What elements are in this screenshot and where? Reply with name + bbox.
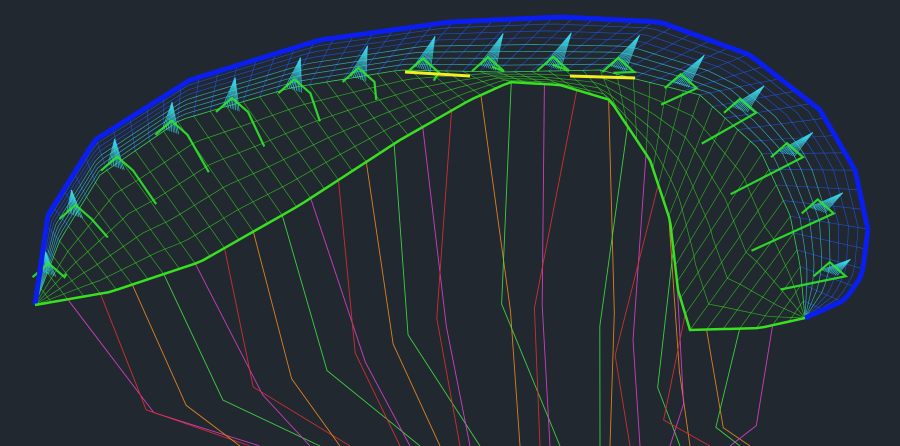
suspension-line — [614, 184, 659, 446]
highlight-segment — [569, 74, 636, 80]
rib-v — [730, 141, 805, 196]
rib-hatch — [824, 192, 843, 214]
mesh-line — [59, 240, 101, 294]
mesh-line — [86, 196, 149, 280]
suspension-line — [281, 215, 421, 446]
wing-wireframe-canvas[interactable] — [0, 0, 900, 446]
rib-v — [100, 155, 158, 205]
suspension-line — [194, 263, 311, 446]
mesh-line — [668, 106, 713, 217]
mesh-line — [645, 82, 651, 155]
suspension-line — [541, 84, 551, 446]
suspension-line — [337, 179, 401, 446]
suspension-line — [422, 126, 471, 446]
suspension-line — [501, 82, 561, 446]
suspension-line — [533, 89, 578, 446]
mesh-line — [53, 256, 85, 297]
mesh-line — [134, 150, 211, 257]
mesh-line — [259, 96, 325, 190]
mesh-line — [275, 91, 339, 181]
suspension-line — [715, 328, 741, 446]
chord-curve — [34, 16, 869, 319]
leading-edge — [32, 14, 871, 321]
mesh-line — [77, 211, 133, 285]
suspension-line — [99, 293, 251, 446]
suspension-line — [310, 197, 411, 446]
mesh-line — [377, 73, 423, 128]
rib-v — [215, 96, 266, 147]
suspension-line — [608, 99, 615, 446]
chord-curve — [34, 81, 806, 331]
mesh-line — [209, 111, 283, 216]
suspension-line — [632, 154, 647, 446]
mesh-line — [674, 141, 751, 266]
mesh-line — [242, 101, 311, 199]
suspension-line — [67, 299, 261, 446]
mesh-line — [632, 78, 638, 141]
suspension-line — [163, 273, 321, 446]
mesh-line — [673, 129, 739, 250]
mesh-line — [326, 81, 381, 154]
suspension-line — [365, 161, 441, 446]
canopy-surface-mesh — [34, 16, 869, 331]
lower-surface-edge — [34, 80, 806, 332]
mesh-line — [149, 140, 225, 249]
mesh-line — [360, 76, 409, 136]
suspension-line — [131, 284, 241, 446]
cad-viewport[interactable] — [0, 0, 900, 446]
suspension-line — [480, 95, 521, 446]
suspension-line — [224, 247, 351, 446]
rib-v — [277, 77, 321, 122]
canopy-outline — [32, 14, 871, 332]
suspension-line — [393, 143, 481, 446]
mesh-line — [226, 106, 297, 208]
chord-curve — [34, 79, 806, 319]
chord-curve — [34, 23, 859, 319]
mesh-line — [68, 226, 117, 291]
mesh-line — [343, 79, 395, 145]
suspension-lines — [67, 82, 774, 446]
suspension-line — [706, 329, 751, 446]
mesh-line — [394, 70, 438, 119]
suspension-line — [669, 281, 684, 446]
highlight-segment — [404, 70, 471, 78]
